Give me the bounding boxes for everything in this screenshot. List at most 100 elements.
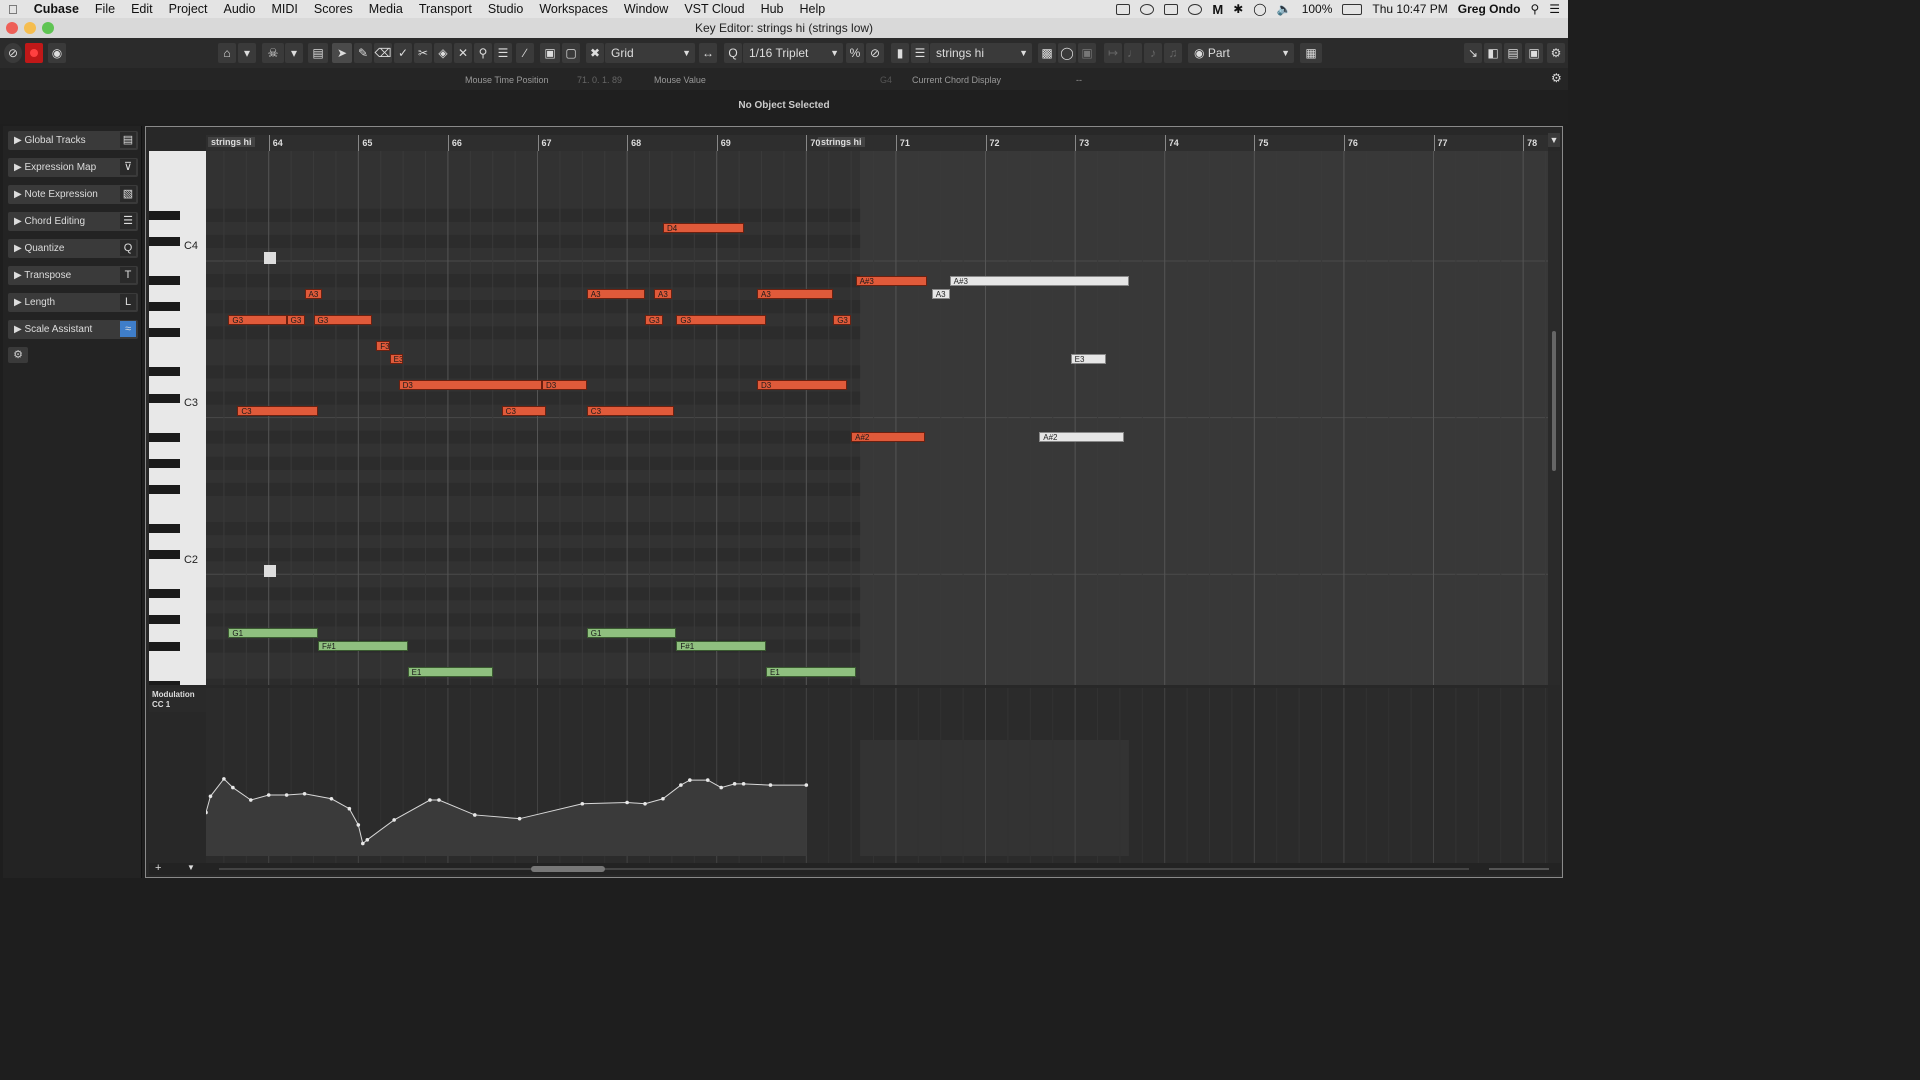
global-tracks-icon[interactable]: ▤	[120, 132, 136, 148]
inspector-section-global-tracks[interactable]: ▶ Global Tracks ▤	[8, 131, 138, 150]
cc-event-point[interactable]	[688, 778, 692, 782]
cc-event-point[interactable]	[768, 783, 773, 787]
apple-menu-icon[interactable]: 	[0, 2, 26, 17]
menu-hub[interactable]: Hub	[753, 2, 792, 16]
cc-event-point[interactable]	[719, 785, 723, 790]
midi-note[interactable]: D3	[542, 380, 587, 390]
transpose-icon[interactable]: T	[120, 267, 136, 283]
show-info-icon[interactable]: ▤	[308, 43, 328, 63]
midi-input-icon[interactable]: ◯	[1058, 43, 1076, 63]
cc-event-point[interactable]	[361, 841, 365, 846]
black-key[interactable]	[149, 432, 180, 442]
draw-tool-icon[interactable]: ✎	[354, 43, 372, 63]
black-key[interactable]	[149, 641, 180, 651]
inspector-section-transpose[interactable]: ▶ Transpose T	[8, 266, 138, 285]
black-key[interactable]	[149, 524, 180, 534]
midi-note[interactable]: A3	[586, 288, 646, 299]
menu-media[interactable]: Media	[361, 2, 411, 16]
black-key[interactable]	[149, 328, 180, 338]
midi-note[interactable]: A#3	[949, 275, 1129, 286]
midi-note[interactable]: C3	[586, 406, 674, 417]
midi-note[interactable]: A#3	[855, 275, 928, 286]
move-insert-icon[interactable]: ↦	[1104, 43, 1122, 63]
erase-tool-icon[interactable]: ⌫	[374, 43, 392, 63]
minimize-window-button[interactable]	[24, 22, 36, 34]
settings-gear-icon[interactable]: ⚙	[1547, 43, 1565, 63]
app-status-icon[interactable]	[1164, 3, 1179, 15]
zoom-tool-icon[interactable]: ⚲	[474, 43, 492, 63]
black-key[interactable]	[149, 367, 180, 377]
quantize-preset-select[interactable]: 1/16 Triplet ▼	[743, 43, 843, 63]
quantize-icon[interactable]: Q	[724, 43, 742, 63]
ruler-options-icon[interactable]: ▼	[1548, 133, 1560, 147]
black-key[interactable]	[149, 680, 180, 685]
menu-window[interactable]: Window	[616, 2, 676, 16]
menu-edit[interactable]: Edit	[123, 2, 161, 16]
midi-note[interactable]: G3	[833, 314, 852, 325]
cc-event-point[interactable]	[347, 806, 352, 811]
cc-event-point[interactable]	[741, 782, 746, 786]
battery-percent[interactable]: 100%	[1302, 2, 1333, 16]
midi-note[interactable]: G3	[228, 314, 287, 325]
length-icon[interactable]: L	[120, 294, 136, 310]
lower-zone-icon[interactable]: ▤	[1504, 43, 1522, 63]
midi-note[interactable]: D3	[398, 380, 542, 390]
midi-note[interactable]: G3	[645, 314, 663, 325]
snap-type-select[interactable]: Grid ▼	[605, 43, 695, 63]
cc-event-point[interactable]	[705, 778, 710, 782]
black-key[interactable]	[149, 615, 180, 625]
time-warp-tool-icon[interactable]: ∕	[516, 43, 534, 63]
step-input-icon[interactable]: ▩	[1038, 43, 1056, 63]
menu-vst-cloud[interactable]: VST Cloud	[676, 2, 752, 16]
inspector-section-scale-assistant[interactable]: ▶ Scale Assistant ≈	[8, 320, 138, 339]
horizontal-scroll-thumb[interactable]	[531, 866, 605, 872]
midi-note[interactable]: A3	[757, 288, 834, 299]
cc-event-point[interactable]	[428, 798, 432, 802]
line-tool-icon[interactable]: ☰	[494, 43, 512, 63]
lane-preset-dropdown-icon[interactable]: ▼	[187, 863, 195, 872]
notification-center-icon[interactable]: ☰	[1549, 2, 1560, 16]
black-key[interactable]	[149, 550, 180, 560]
midi-note[interactable]: E3	[389, 353, 404, 364]
midi-note[interactable]: G3	[313, 314, 372, 325]
black-key[interactable]	[149, 236, 180, 246]
edit-mode-select[interactable]: ◉ Part ▼	[1188, 43, 1294, 63]
black-key[interactable]	[149, 393, 180, 403]
show-part-borders-icon[interactable]: ☰	[911, 43, 929, 63]
snap-to-zero-icon[interactable]: ↔	[699, 43, 717, 63]
acoustic-feedback-icon[interactable]: ◉	[48, 43, 66, 63]
midi-note[interactable]: E1	[407, 667, 493, 678]
cc-event-point[interactable]	[208, 794, 213, 799]
midi-note[interactable]: D3	[757, 380, 847, 390]
cc-event-point[interactable]	[437, 798, 441, 802]
cc-event-point[interactable]	[266, 793, 271, 797]
window-layout-icon[interactable]: ▣	[1525, 43, 1543, 63]
object-select-tool-icon[interactable]: ➤	[332, 43, 352, 63]
menu-midi[interactable]: MIDI	[264, 2, 306, 16]
m-logo-icon[interactable]: M	[1212, 2, 1223, 17]
auto-scroll-icon[interactable]: ▣	[540, 43, 560, 63]
black-key[interactable]	[149, 276, 180, 286]
record-pitch-icon[interactable]: ♩	[1124, 43, 1142, 63]
quantize-settings-icon[interactable]: ⊘	[866, 43, 884, 63]
quantize-icon[interactable]: Q	[120, 240, 136, 256]
cc-event-point[interactable]	[284, 793, 289, 797]
left-zone-icon[interactable]: ◧	[1484, 43, 1502, 63]
snap-toggle-icon[interactable]: ✖	[586, 43, 604, 63]
menu-file[interactable]: File	[87, 2, 123, 16]
inspector-section-chord-editing[interactable]: ▶ Chord Editing ☰	[8, 212, 138, 231]
add-lane-icon[interactable]: +	[155, 862, 161, 874]
black-key[interactable]	[149, 589, 180, 599]
inspector-section-length[interactable]: ▶ Length L	[8, 293, 138, 312]
vertical-scrollbar[interactable]	[1548, 151, 1560, 685]
bar-ruler[interactable]: strings hi strings hi 64 65 66 67 68 69 70 71 72…	[206, 135, 1548, 151]
cc-event-point[interactable]	[517, 816, 522, 821]
open-in-window-icon[interactable]: ↘	[1464, 43, 1482, 63]
menu-studio[interactable]: Studio	[480, 2, 531, 16]
creative-cloud-icon[interactable]	[1140, 3, 1155, 15]
midi-note[interactable]: F#1	[318, 641, 408, 651]
cc-event-point[interactable]	[329, 796, 334, 801]
cc-event-point[interactable]	[625, 800, 629, 805]
cc-event-point[interactable]	[473, 813, 477, 817]
midi-note[interactable]: F#1	[676, 641, 766, 651]
